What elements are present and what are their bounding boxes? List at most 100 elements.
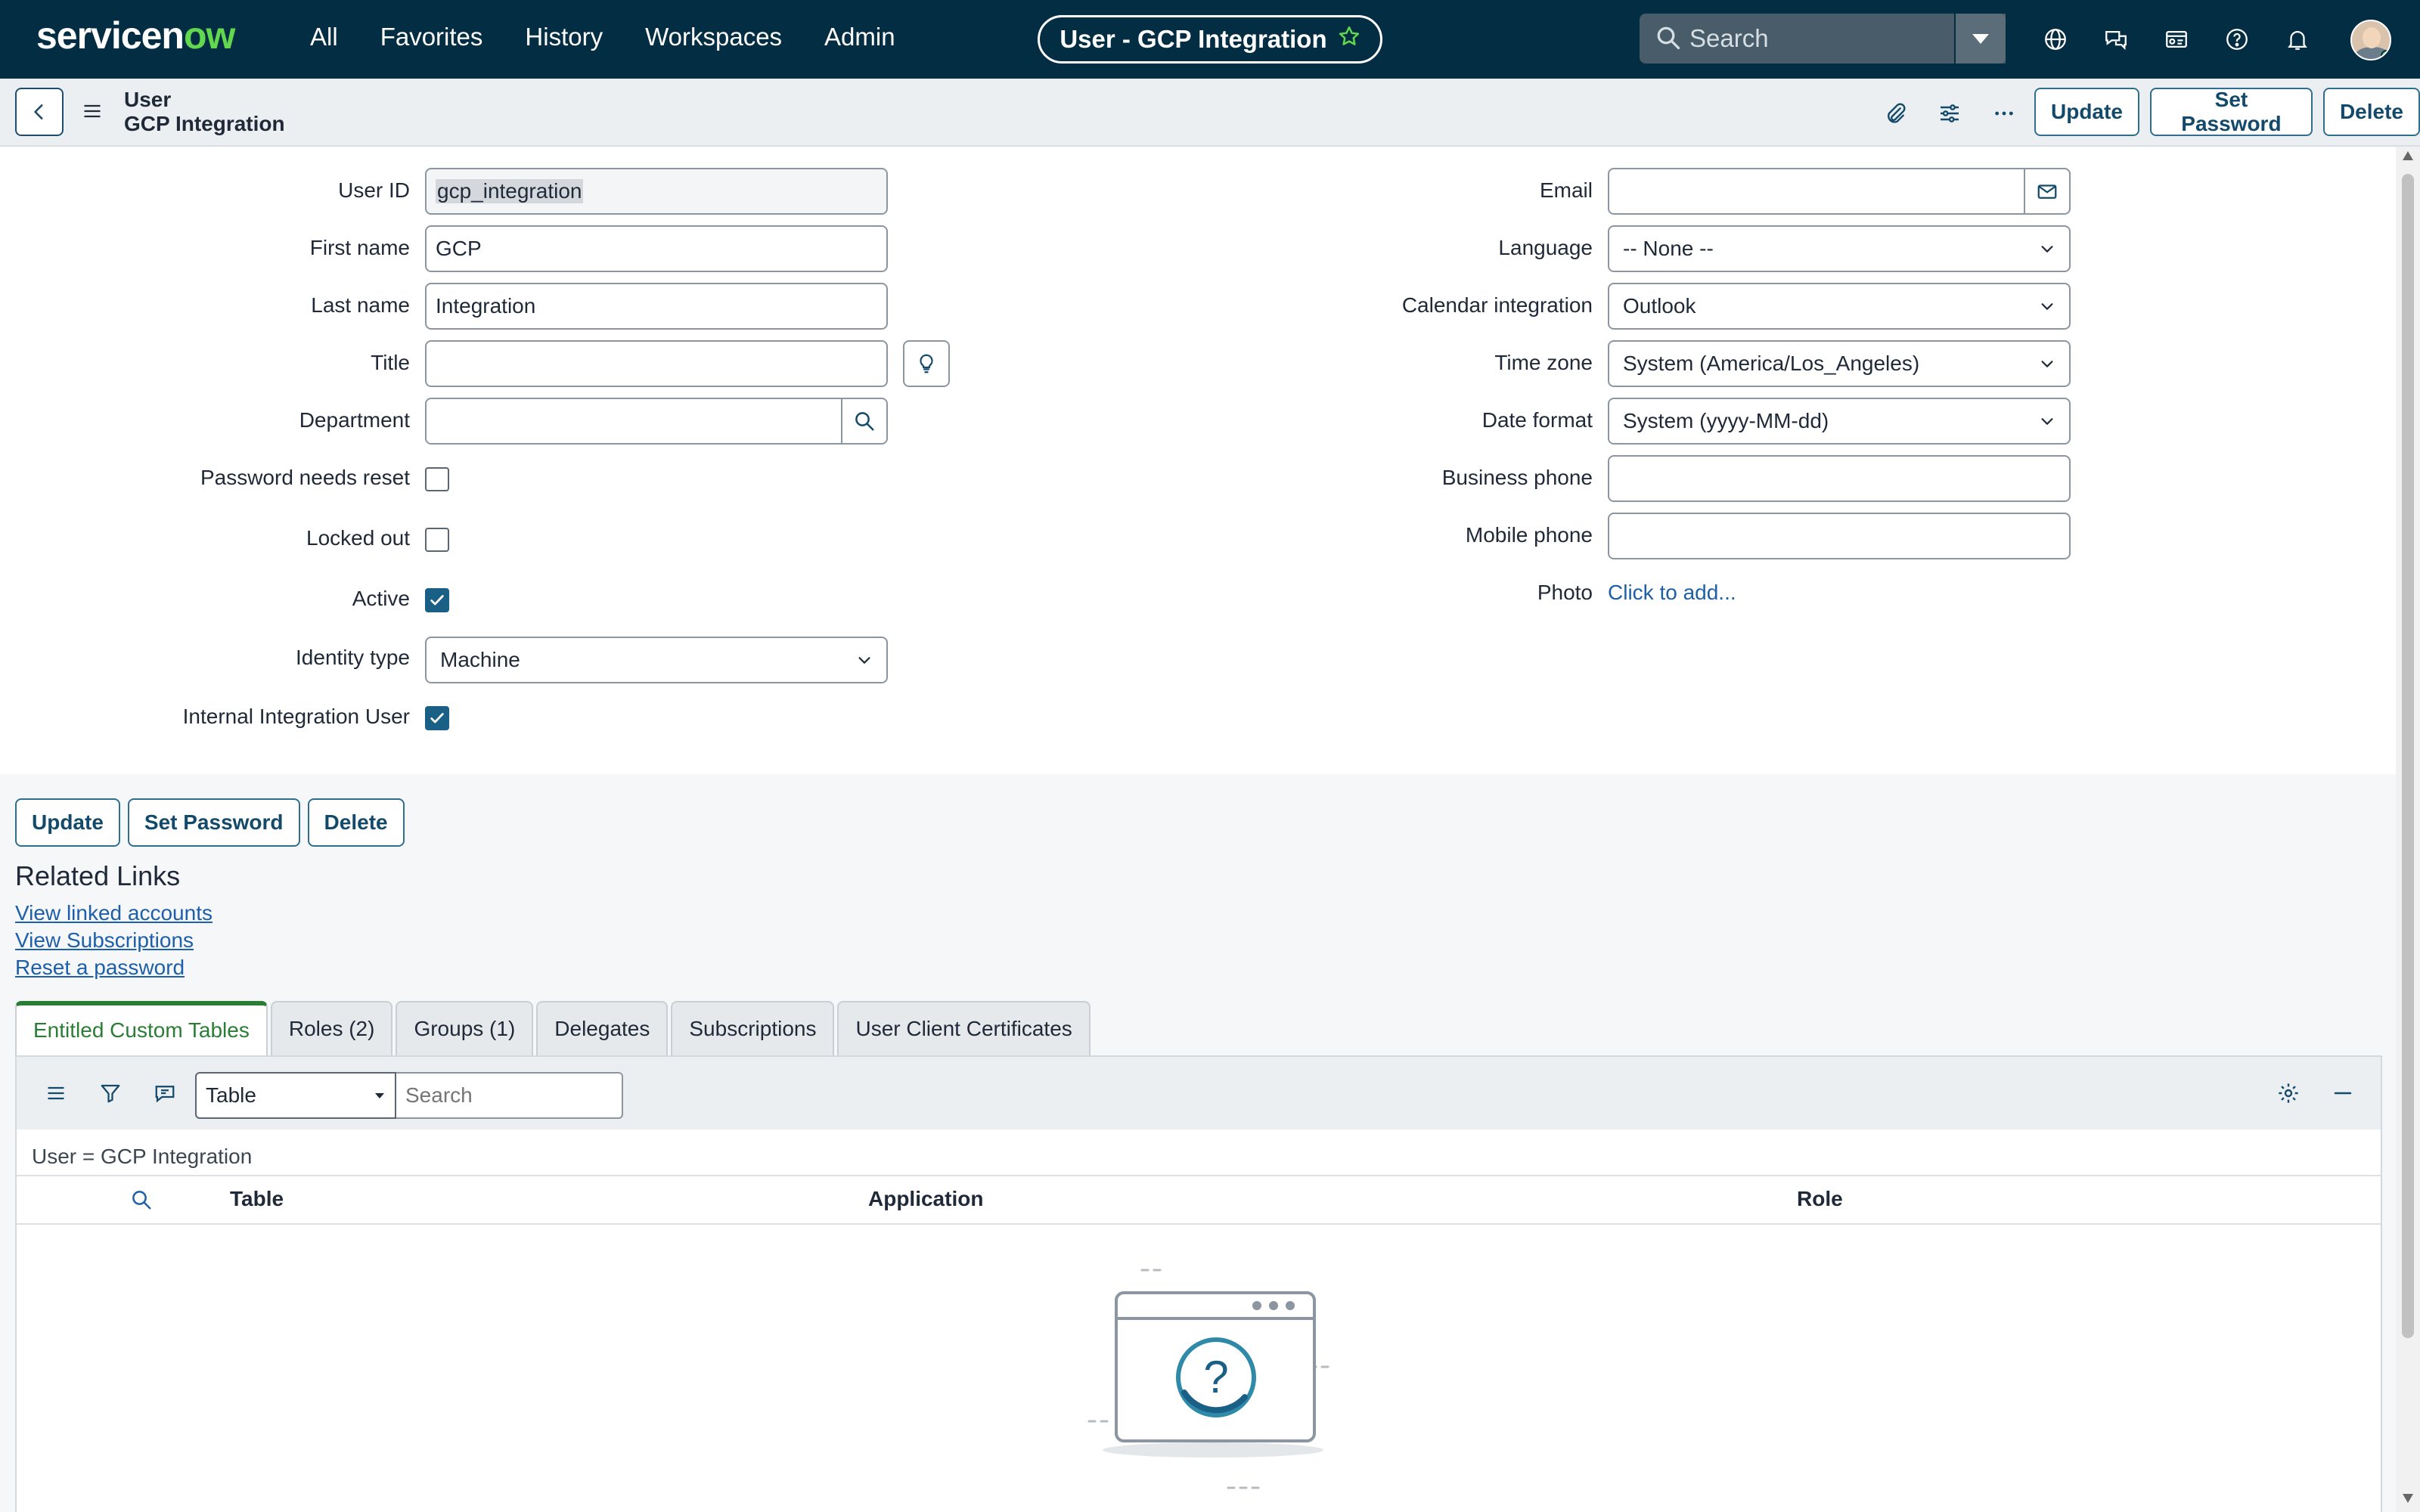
- first-name-label: First name: [309, 236, 410, 259]
- last-name-label: Last name: [311, 293, 410, 317]
- nav-workspaces[interactable]: Workspaces: [645, 23, 782, 51]
- delete-button-footer[interactable]: Delete: [307, 798, 405, 847]
- user-id-label: User ID: [338, 178, 410, 202]
- globe-icon[interactable]: [2039, 23, 2072, 56]
- set-password-button[interactable]: Set Password: [2149, 88, 2313, 136]
- time-zone-select[interactable]: System (America/Los_Angeles): [1608, 340, 2071, 387]
- column-search-icon[interactable]: [130, 1188, 153, 1216]
- list-search-input[interactable]: [396, 1072, 623, 1119]
- date-format-select[interactable]: System (yyyy-MM-dd): [1608, 398, 2071, 445]
- help-icon[interactable]: [2220, 23, 2254, 56]
- global-search-input[interactable]: Search: [1640, 14, 2006, 64]
- record-type: User: [124, 88, 172, 111]
- update-button[interactable]: Update: [2034, 88, 2139, 136]
- password-needs-reset-checkbox[interactable]: [425, 467, 449, 491]
- record-context-pill[interactable]: User - GCP Integration: [1038, 15, 1382, 64]
- back-button[interactable]: [15, 88, 64, 136]
- title-suggestion-button[interactable]: [903, 340, 950, 387]
- department-label: Department: [299, 408, 410, 432]
- locked-out-checkbox[interactable]: [425, 528, 449, 552]
- page-scrollbar[interactable]: [2396, 147, 2420, 1512]
- search-scope-dropdown[interactable]: [1954, 14, 2006, 64]
- update-button-footer[interactable]: Update: [15, 798, 120, 847]
- tab-subscriptions[interactable]: Subscriptions: [671, 1001, 835, 1055]
- online-status-icon: [2381, 50, 2390, 59]
- user-id-field[interactable]: gcp_integration: [425, 168, 888, 215]
- collapse-icon[interactable]: [2326, 1077, 2360, 1110]
- user-avatar[interactable]: [2350, 20, 2391, 60]
- column-header-application[interactable]: Application: [868, 1187, 983, 1211]
- locked-out-label: Locked out: [306, 526, 410, 550]
- tab-groups[interactable]: Groups (1): [396, 1001, 534, 1055]
- record-header: User GCP Integration Update Set Password…: [0, 79, 2420, 147]
- set-password-button-footer[interactable]: Set Password: [127, 798, 300, 847]
- chat-icon[interactable]: [2099, 23, 2133, 56]
- search-field-select[interactable]: Table: [195, 1072, 396, 1119]
- date-format-value: System (yyyy-MM-dd): [1623, 409, 1829, 432]
- search-field-value: Table: [206, 1083, 256, 1107]
- form-context-menu-icon[interactable]: [82, 101, 103, 126]
- active-checkbox[interactable]: [425, 588, 449, 612]
- empty-state-illustration: ?: [1060, 1264, 1363, 1491]
- scrollbar-thumb[interactable]: [2402, 174, 2414, 1338]
- servicenow-logo[interactable]: servicenow: [36, 14, 235, 57]
- list-menu-icon[interactable]: [39, 1077, 73, 1110]
- tab-entitled-custom-tables[interactable]: Entitled Custom Tables: [15, 1001, 268, 1055]
- tab-user-client-certificates[interactable]: User Client Certificates: [837, 1001, 1091, 1055]
- reset-password-link[interactable]: Reset a password: [15, 956, 213, 980]
- user-form: User ID gcp_integration First name GCP L…: [0, 147, 2396, 774]
- email-field[interactable]: [1608, 168, 2025, 215]
- department-field[interactable]: [425, 398, 842, 445]
- view-subscriptions-link[interactable]: View Subscriptions: [15, 928, 213, 953]
- last-name-field[interactable]: Integration: [425, 283, 888, 330]
- nav-all[interactable]: All: [310, 23, 338, 51]
- more-options-icon[interactable]: [1987, 97, 2021, 130]
- nav-history[interactable]: History: [525, 23, 603, 51]
- list-breadcrumb: User = GCP Integration: [32, 1145, 253, 1168]
- language-value: -- None --: [1623, 237, 1714, 260]
- department-lookup-button[interactable]: [841, 398, 888, 445]
- delete-button[interactable]: Delete: [2322, 88, 2420, 136]
- email-label: Email: [1539, 178, 1593, 202]
- scroll-up-arrow-icon[interactable]: [2403, 151, 2413, 160]
- related-links-heading: Related Links: [15, 860, 181, 891]
- add-photo-link[interactable]: Click to add...: [1608, 581, 1736, 605]
- caret-down-icon: [375, 1093, 384, 1098]
- bell-icon[interactable]: [2281, 23, 2314, 56]
- send-email-button[interactable]: [2024, 168, 2071, 215]
- gear-icon[interactable]: [2272, 1077, 2305, 1110]
- id-card-icon[interactable]: [2160, 23, 2193, 56]
- first-name-field[interactable]: GCP: [425, 225, 888, 272]
- column-header-table[interactable]: Table: [230, 1187, 284, 1211]
- view-linked-accounts-link[interactable]: View linked accounts: [15, 901, 213, 925]
- svg-text:?: ?: [1203, 1352, 1228, 1402]
- form-footer-area: Update Set Password Delete Related Links…: [0, 774, 2396, 1512]
- nav-favorites[interactable]: Favorites: [380, 23, 483, 51]
- favorite-star-icon[interactable]: [1338, 25, 1360, 54]
- caret-down-icon: [1972, 34, 1989, 44]
- related-list-panel: Table User = GCP Integration Table Appli…: [15, 1055, 2382, 1512]
- identity-type-select[interactable]: Machine: [425, 637, 888, 683]
- business-phone-field[interactable]: [1608, 455, 2071, 502]
- chevron-down-icon: [2041, 418, 2053, 425]
- nav-admin[interactable]: Admin: [824, 23, 895, 51]
- tab-roles[interactable]: Roles (2): [270, 1001, 393, 1055]
- paperclip-icon[interactable]: [1879, 97, 1912, 130]
- chevron-down-icon: [858, 657, 870, 664]
- search-icon: [855, 412, 874, 431]
- tab-delegates[interactable]: Delegates: [536, 1001, 669, 1055]
- related-lists-tabs: Entitled Custom Tables Roles (2) Groups …: [15, 1001, 1091, 1055]
- column-header-role[interactable]: Role: [1797, 1187, 1843, 1211]
- language-select[interactable]: -- None --: [1608, 225, 2071, 272]
- business-phone-label: Business phone: [1441, 466, 1593, 489]
- comment-icon[interactable]: [148, 1077, 182, 1110]
- scroll-down-arrow-icon[interactable]: [2403, 1494, 2413, 1503]
- calendar-integration-value: Outlook: [1623, 294, 1696, 318]
- filter-icon[interactable]: [94, 1077, 127, 1110]
- mobile-phone-field[interactable]: [1608, 513, 2071, 559]
- internal-integration-user-checkbox[interactable]: [425, 706, 449, 730]
- title-field[interactable]: [425, 340, 888, 387]
- settings-sliders-icon[interactable]: [1933, 97, 1966, 130]
- time-zone-label: Time zone: [1494, 351, 1593, 374]
- calendar-integration-select[interactable]: Outlook: [1608, 283, 2071, 330]
